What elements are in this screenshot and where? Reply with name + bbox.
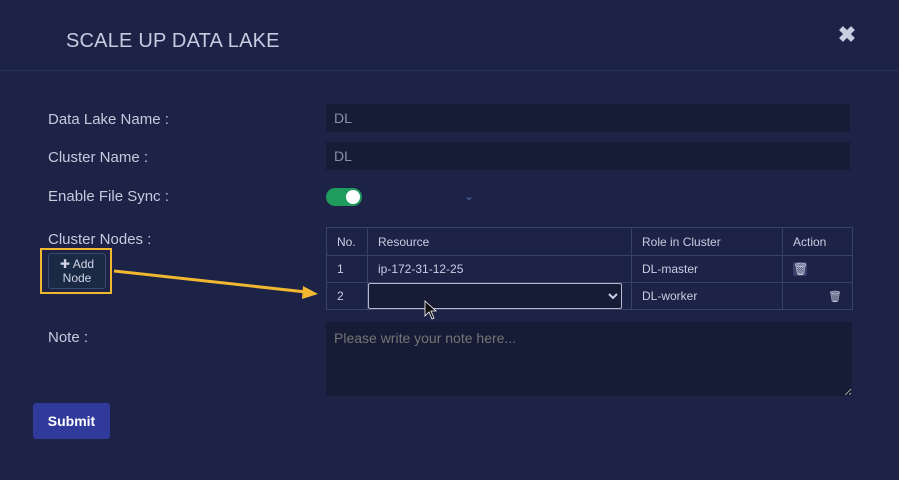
row-action: 🗑	[782, 255, 853, 283]
chevron-down-icon[interactable]: ⌄	[464, 189, 474, 203]
note-field[interactable]	[326, 322, 852, 396]
row-action: 🗑	[782, 282, 853, 310]
annotation-arrow	[113, 269, 307, 294]
cluster-name-field[interactable]	[326, 142, 850, 170]
cluster-name-label: Cluster Name :	[48, 149, 149, 166]
row-resource	[367, 282, 632, 310]
table-row: 1 ip-172-31-12-25 DL-master 🗑	[326, 255, 853, 283]
modal-header: SCALE UP DATA LAKE ✖	[0, 0, 899, 71]
data-lake-name-label: Data Lake Name :	[48, 111, 169, 128]
plus-icon: ✚	[59, 257, 71, 271]
close-icon[interactable]: ✖	[836, 24, 858, 46]
table-header-row: No. Resource Role in Cluster Action	[326, 227, 853, 256]
modal-title: SCALE UP DATA LAKE	[66, 30, 280, 52]
row-no: 2	[326, 282, 368, 310]
col-role: Role in Cluster	[631, 227, 783, 256]
file-sync-label: Enable File Sync :	[48, 188, 169, 205]
col-action: Action	[782, 227, 853, 256]
col-resource: Resource	[367, 227, 632, 256]
note-label: Note :	[48, 329, 89, 346]
trash-icon[interactable]: 🗑	[828, 290, 842, 303]
submit-button[interactable]: Submit	[33, 403, 110, 439]
resource-select[interactable]	[368, 283, 622, 309]
toggle-knob	[346, 190, 360, 204]
row-role: DL-worker	[631, 282, 783, 310]
scale-up-modal: SCALE UP DATA LAKE ✖ Data Lake Name : Cl…	[0, 0, 899, 480]
cluster-nodes-label: Cluster Nodes :	[48, 231, 152, 248]
table-row: 2 DL-worker 🗑	[326, 282, 853, 310]
add-node-button[interactable]: ✚ Add Node	[48, 253, 106, 289]
row-resource: ip-172-31-12-25	[367, 255, 632, 283]
row-role: DL-master	[631, 255, 783, 283]
col-no: No.	[326, 227, 368, 256]
cluster-nodes-table: No. Resource Role in Cluster Action 1 ip…	[326, 227, 853, 310]
annotation-arrowhead	[302, 286, 318, 299]
row-no: 1	[326, 255, 368, 283]
file-sync-toggle[interactable]	[326, 188, 362, 206]
data-lake-name-field[interactable]	[326, 104, 850, 132]
trash-icon[interactable]: 🗑	[793, 262, 808, 276]
